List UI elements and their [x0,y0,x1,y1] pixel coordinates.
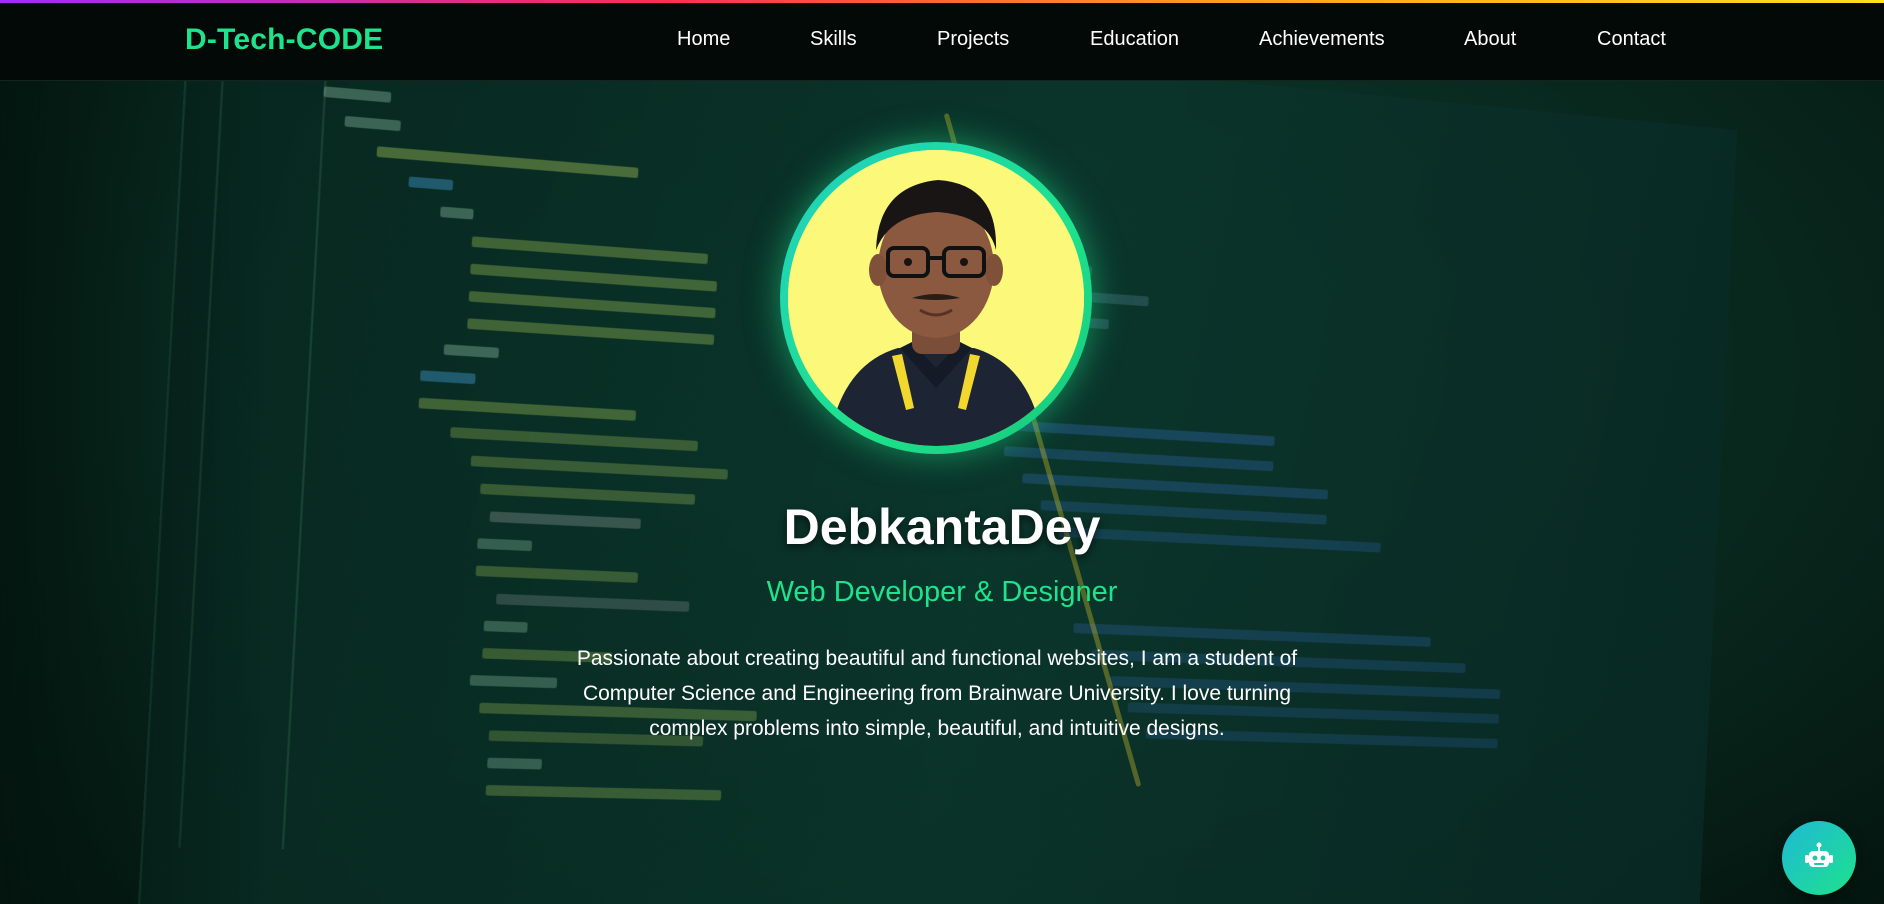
background-shade [0,80,260,904]
site-logo[interactable]: D-Tech-CODE [185,23,383,57]
nav-skills[interactable]: Skills [810,28,857,51]
nav-projects[interactable]: Projects [937,28,1009,51]
nav-education[interactable]: Education [1090,28,1179,51]
navbar: D-Tech-CODE Home Skills Projects Educati… [0,3,1884,81]
hero-tagline: Web Developer & Designer [766,576,1118,608]
robot-icon [1805,842,1833,867]
nav-about[interactable]: About [1464,28,1516,51]
hero-bio: Passionate about creating beautiful and … [576,647,1298,740]
nav-home[interactable]: Home [677,28,730,51]
nav-contact[interactable]: Contact [1597,28,1666,51]
nav-achievements[interactable]: Achievements [1259,28,1385,51]
top-gradient-bar [0,0,1884,3]
profile-avatar [788,150,1084,446]
hero-name: DebkantaDey [783,499,1101,555]
chatbot-button[interactable] [1782,821,1856,895]
profile-photo [788,150,1084,446]
